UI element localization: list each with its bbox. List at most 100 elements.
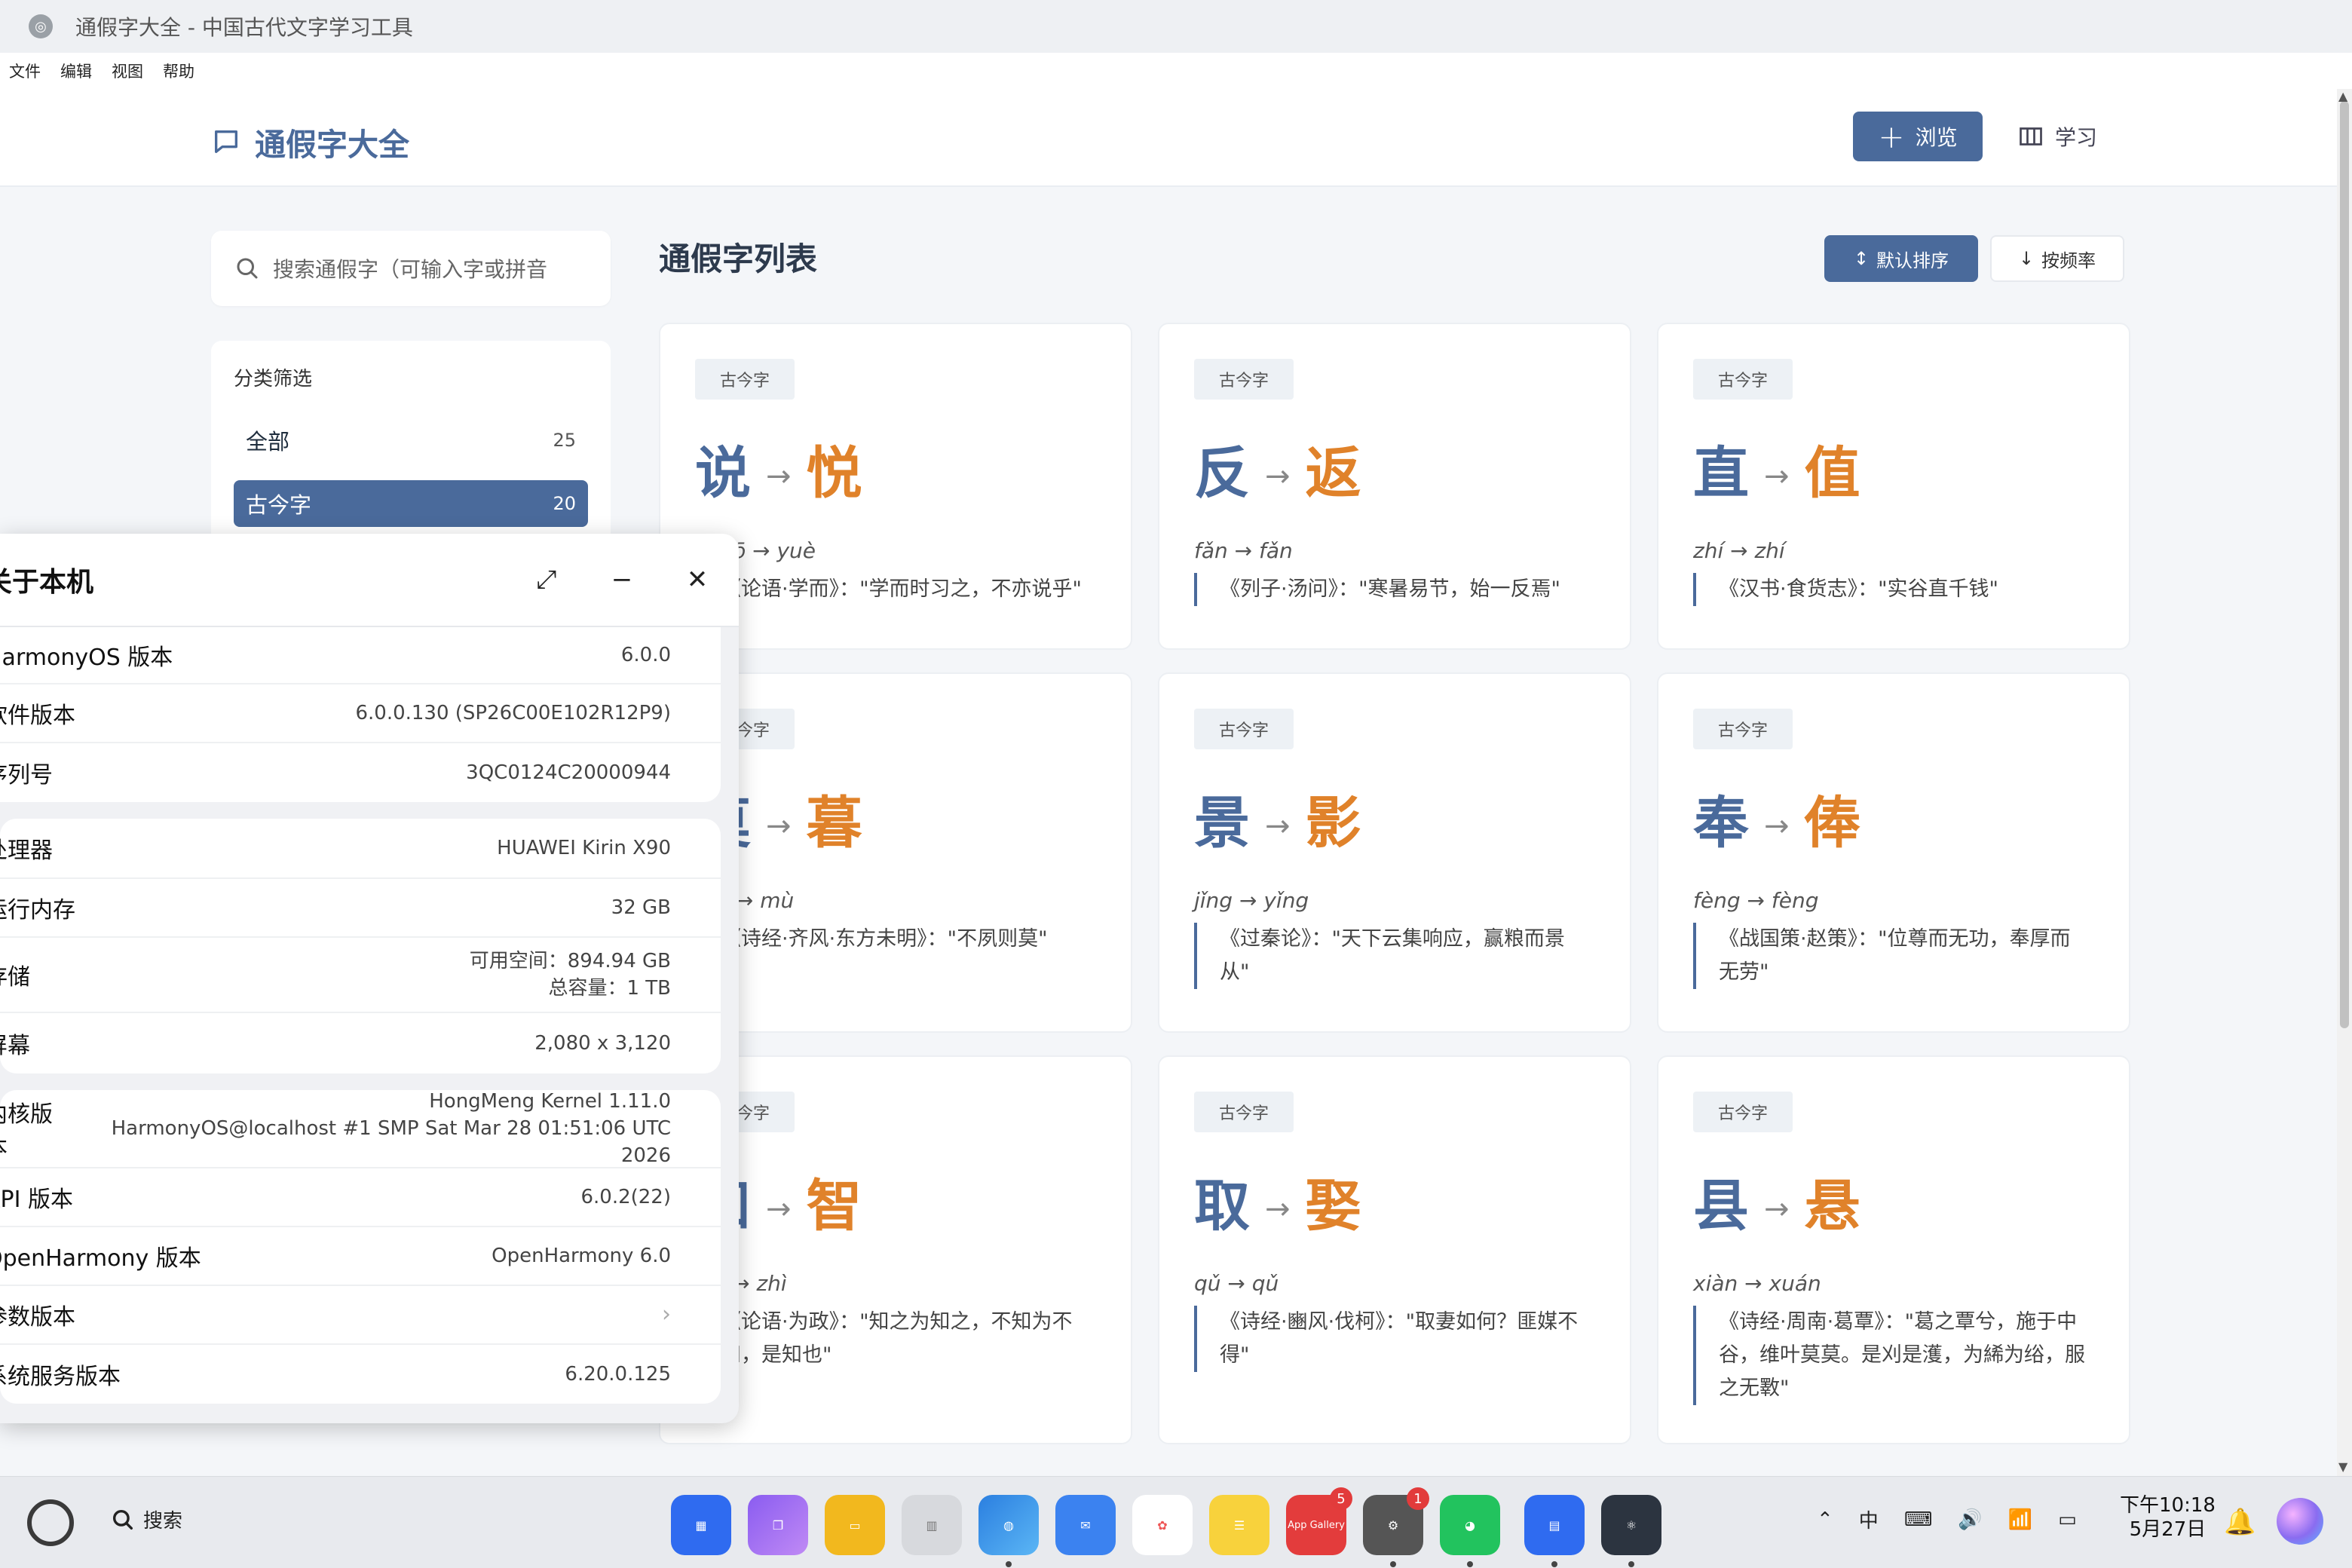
char-pair: 奉 → 俸 <box>1693 778 1860 859</box>
dialog-body[interactable]: HarmonyOS 版本6.0.0 软件版本6.0.0.130 (SP26C00… <box>0 627 739 1404</box>
search-input[interactable]: 搜索通假字（可输入字或拼音 <box>211 231 611 306</box>
search-icon <box>237 258 258 279</box>
filter-title: 分类筛选 <box>234 368 313 390</box>
info-row: 系统服务版本6.20.0.125 <box>0 1363 671 1390</box>
mail-icon[interactable]: ✉ <box>1055 1495 1116 1555</box>
category-tag: 古今字 <box>1693 709 1793 749</box>
info-group-software: 内核版本HongMeng Kernel 1.11.0HarmonyOS@loca… <box>0 1090 721 1404</box>
page-scrollbar-thumb[interactable] <box>2340 101 2349 1028</box>
dev-app-icon[interactable]: ⚛ <box>1601 1495 1661 1567</box>
info-row: 内核版本HongMeng Kernel 1.11.0HarmonyOS@loca… <box>0 1090 721 1168</box>
char-pair: 取 → 娶 <box>1194 1161 1361 1242</box>
assistant-orb-icon[interactable] <box>2277 1498 2323 1545</box>
browse-label: 浏览 <box>1915 125 1958 150</box>
gallery-icon[interactable]: ✿ <box>1132 1495 1193 1555</box>
original-char: 直 <box>1693 441 1749 506</box>
notes-icon[interactable]: ☰ <box>1209 1495 1269 1555</box>
example-quote: 《论语·为政》："知之为知之，不知为不知，是知也" <box>695 1306 1087 1372</box>
dock: ▦ ❐ ▭ ▥ ◍ ✉ ✿ ☰ App Gallery 5 ⚙ 1 ◕ ▤ ⚛ <box>671 1487 1678 1567</box>
sort-default-label: 默认排序 <box>1876 250 1949 271</box>
pinyin: qǔ → qǔ <box>1194 1271 1279 1296</box>
notification-badge: 5 <box>1330 1487 1352 1510</box>
category-tag: 古今字 <box>1693 1092 1793 1132</box>
clock-time: 下午10:18 <box>2120 1494 2216 1517</box>
filter-label: 古今字 <box>246 492 312 518</box>
document-app-icon[interactable]: ▤ <box>1524 1495 1585 1567</box>
book-icon <box>2020 127 2042 145</box>
clock[interactable]: 下午10:18 5月27日 <box>2120 1493 2216 1542</box>
original-char: 反 <box>1194 441 1250 506</box>
char-card[interactable]: 古今字 取 → 娶 qǔ → qǔ 《诗经·豳风·伐柯》："取妻如何？匪媒不得" <box>1158 1055 1631 1444</box>
search-placeholder: 搜索通假字（可输入字或拼音 <box>273 257 548 282</box>
wifi-icon[interactable]: 📶 <box>2008 1508 2032 1531</box>
menu-file[interactable]: 文件 <box>9 60 41 82</box>
app-gallery-icon[interactable]: App Gallery 5 <box>1286 1487 1352 1555</box>
filter-item-all[interactable]: 全部 25 <box>234 417 588 464</box>
chevron-up-icon[interactable]: ⌃ <box>1817 1508 1833 1531</box>
char-card[interactable]: 古今字 奉 → 俸 fèng → fèng 《战国策·赵策》："位尊而无功，奉厚而无… <box>1657 672 2130 1033</box>
trash-icon[interactable]: ▥ <box>902 1495 962 1555</box>
close-icon[interactable]: ✕ <box>686 565 709 595</box>
arrow-icon: → <box>766 1191 792 1227</box>
info-row-param-version[interactable]: 参数版本› <box>0 1286 721 1345</box>
window-title: 通假字大全 - 中国古代文字学习工具 <box>75 15 413 40</box>
example-quote: 《列子·汤问》："寒暑易节，始一反焉" <box>1194 573 1586 606</box>
arrow-icon: → <box>766 458 792 494</box>
sort-default-button[interactable]: ↕ 默认排序 <box>1824 235 1978 282</box>
category-tag: 古今字 <box>1194 1092 1294 1132</box>
search-icon <box>112 1509 133 1530</box>
learn-button[interactable]: 学习 <box>2017 112 2097 161</box>
minimize-icon[interactable]: − <box>611 565 633 595</box>
taskbar-search[interactable]: 搜索 <box>110 1505 182 1533</box>
char-card[interactable]: 古今字 景 → 影 jǐng → yǐng 《过秦论》："天下云集响应，赢粮而景从" <box>1158 672 1631 1033</box>
app-launcher-icon[interactable]: ▦ <box>671 1495 731 1555</box>
learn-label: 学习 <box>2055 125 2098 150</box>
info-group-hardware: 处理器HUAWEI Kirin X90 运行内存32 GB 存储可用空间：894… <box>0 819 721 1073</box>
settings-icon[interactable]: ⚙ 1 <box>1363 1487 1429 1567</box>
filter-item-guzinzi[interactable]: 古今字 20 <box>234 480 588 527</box>
battery-icon[interactable]: ▭ <box>2058 1508 2077 1531</box>
keyboard-icon[interactable]: ⌨ <box>1904 1508 1933 1531</box>
arrow-icon: → <box>1764 458 1790 494</box>
menu-view[interactable]: 视图 <box>112 60 143 82</box>
pinyin: xiàn → xuán <box>1693 1271 1821 1296</box>
plus-icon: + <box>1878 118 1905 155</box>
info-row: 存储可用空间：894.94 GB总容量：1 TB <box>0 938 721 1013</box>
arrow-icon: → <box>1265 808 1291 844</box>
category-tag: 古今字 <box>695 359 795 400</box>
sort-freq-label: 按频率 <box>2041 250 2096 271</box>
scroll-up-icon[interactable]: ▲ <box>2338 89 2347 103</box>
brand[interactable]: 通假字大全 <box>211 119 409 164</box>
start-icon[interactable] <box>27 1499 74 1546</box>
ime-indicator[interactable]: 中 <box>1859 1505 1879 1533</box>
files-icon[interactable]: ▭ <box>825 1495 885 1555</box>
char-card[interactable]: 古今字 反 → 返 fǎn → fǎn 《列子·汤问》："寒暑易节，始一反焉" <box>1158 323 1631 650</box>
menu-edit[interactable]: 编辑 <box>60 60 92 82</box>
wechat-icon[interactable]: ◕ <box>1440 1495 1500 1567</box>
app-gallery-label: App Gallery <box>1288 1519 1345 1531</box>
example-quote: 《诗经·周南·葛覃》："葛之覃兮，施于中谷，维叶莫莫。是刈是濩，为絺为绤，服之无… <box>1693 1306 2085 1405</box>
menu-help[interactable]: 帮助 <box>163 60 194 82</box>
original-char: 取 <box>1194 1174 1250 1239</box>
scroll-down-icon[interactable]: ▼ <box>2338 1459 2347 1474</box>
arrow-icon: → <box>1764 808 1790 844</box>
browse-button[interactable]: + 浏览 <box>1853 112 1983 161</box>
example-quote: 《战国策·赵策》："位尊而无功，奉厚而无劳" <box>1693 923 2085 989</box>
taskbar-search-label: 搜索 <box>143 1510 183 1533</box>
char-card[interactable]: 古今字 直 → 值 zhí → zhí 《汉书·食货志》："实谷直千钱" <box>1657 323 2130 650</box>
expand-icon[interactable]: ⤢ <box>535 565 558 595</box>
char-card[interactable]: 古今字 县 → 悬 xiàn → xuán 《诗经·周南·葛覃》："葛之覃兮，施于中… <box>1657 1055 2130 1444</box>
browser-icon[interactable]: ◍ <box>978 1495 1039 1567</box>
taskbar: 搜索 ▦ ❐ ▭ ▥ ◍ ✉ ✿ ☰ App Gallery 5 ⚙ 1 ◕ ▤ ⚛… <box>0 1476 2352 1568</box>
multitask-icon[interactable]: ❐ <box>748 1495 808 1555</box>
pinyin: fèng → fèng <box>1693 888 1819 913</box>
info-row: 屏幕2,080 x 3,120 <box>0 1032 671 1059</box>
info-row: HarmonyOS 版本 6.0.0 <box>0 627 721 684</box>
notification-bell-icon[interactable]: 🔔 <box>2224 1507 2256 1537</box>
sort-frequency-button[interactable]: ↓ 按频率 <box>1990 235 2124 282</box>
filter-count: 20 <box>553 493 576 514</box>
info-group-version: HarmonyOS 版本6.0.0 软件版本6.0.0.130 (SP26C00… <box>0 627 721 802</box>
volume-icon[interactable]: 🔊 <box>1958 1508 1982 1531</box>
target-char: 俸 <box>1804 791 1860 856</box>
pinyin: zhí → zhí <box>1693 538 1785 563</box>
